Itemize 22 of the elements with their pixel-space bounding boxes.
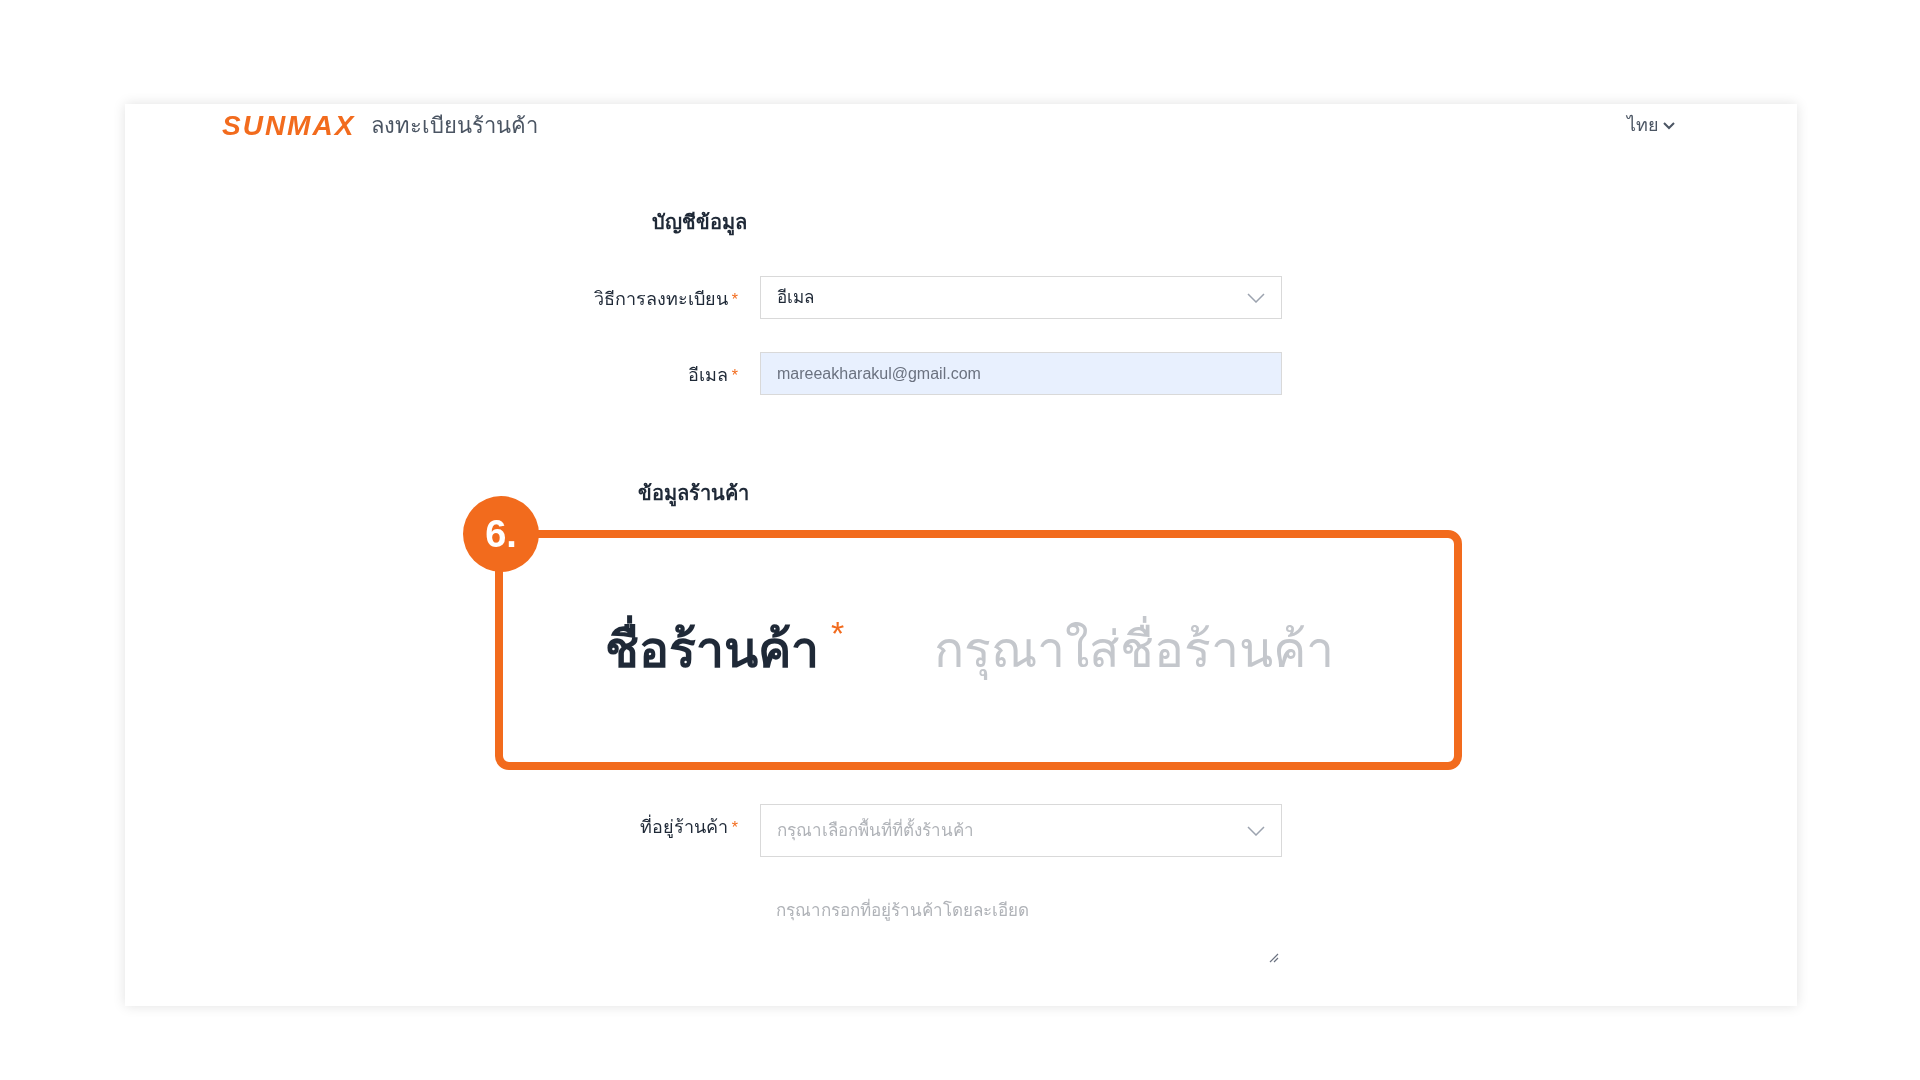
chevron-down-icon — [1247, 825, 1265, 836]
resize-handle-icon[interactable] — [1269, 953, 1279, 963]
required-asterisk: * — [731, 365, 738, 386]
logo: SUNMAX — [222, 111, 356, 140]
field-label: อีเมล — [687, 364, 728, 387]
page-title: ลงทะเบียนร้านค้า — [371, 112, 539, 140]
step-badge: 6. — [463, 496, 539, 572]
field-label: ชื่อร้านค้า — [605, 615, 819, 685]
section-title: ข้อมูลร้านค้า — [638, 479, 1797, 507]
store-name-input[interactable]: กรุณาใส่ชื่อร้านค้า — [934, 614, 1395, 686]
section-title: บัญชีข้อมูล — [652, 208, 1797, 236]
required-asterisk: * — [731, 817, 738, 838]
chevron-down-icon — [1247, 292, 1265, 303]
placeholder-text: กรุณากรอกที่อยู่ร้านค้าโดยละเอียด — [776, 898, 1029, 924]
email-input[interactable]: mareeakharakul@gmail.com — [760, 352, 1282, 395]
required-asterisk: * — [731, 289, 738, 310]
chevron-down-icon — [1663, 121, 1675, 130]
field-label: วิธีการลงทะเบียน — [593, 288, 728, 311]
required-asterisk: * — [831, 616, 845, 650]
select-field[interactable]: อีเมล — [760, 276, 1282, 319]
language-dropdown[interactable]: ไทย — [1627, 112, 1675, 139]
field-label: ที่อยู่ร้านค้า — [639, 814, 728, 841]
